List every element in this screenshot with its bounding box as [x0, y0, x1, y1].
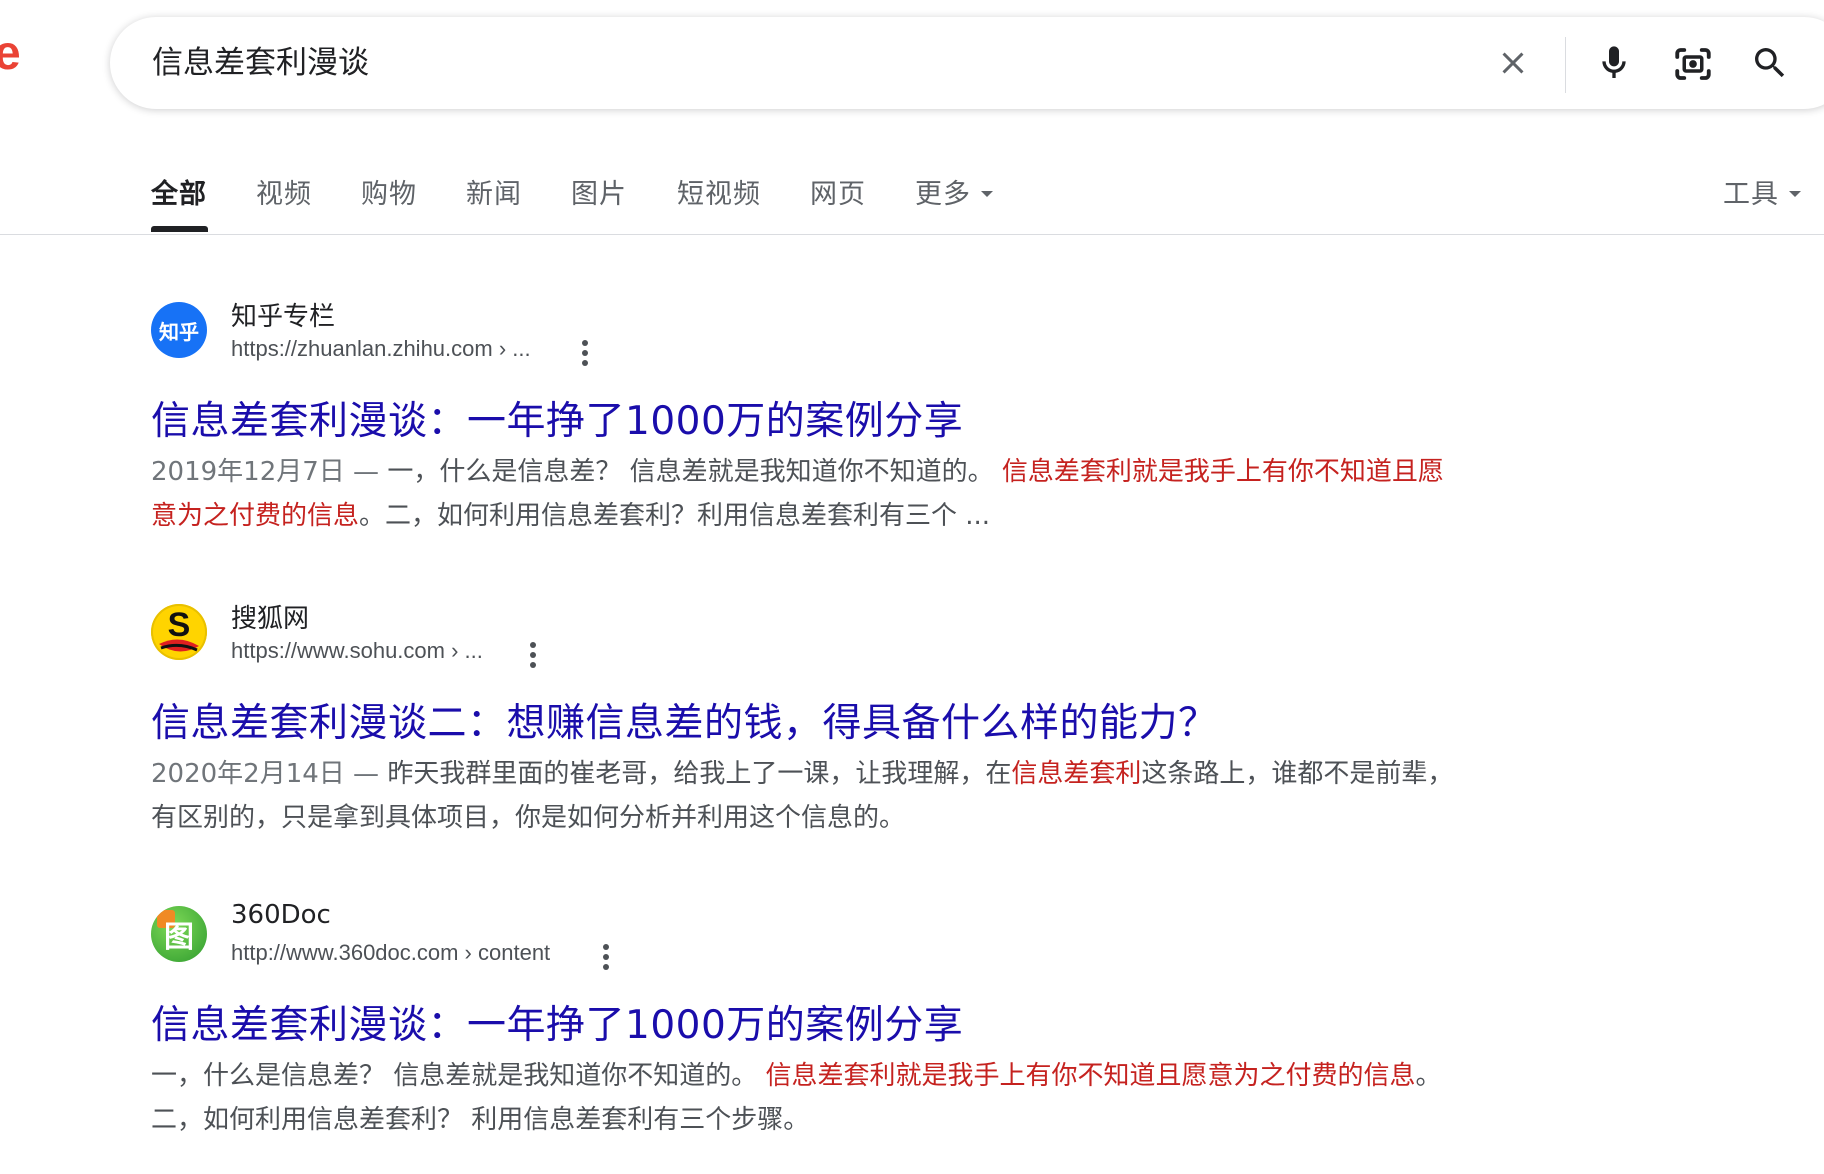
favicon-text: S	[167, 606, 191, 644]
camera-lens-icon	[1675, 48, 1711, 80]
site-url[interactable]: http://www.360doc.com › content	[231, 940, 550, 966]
result-snippet: 一，什么是信息差？ 信息差就是我知道你不知道的。 信息差套利就是我手上有你不知道…	[151, 1054, 1461, 1142]
search-divider	[1565, 37, 1566, 93]
tab-short-videos[interactable]: 短视频	[677, 172, 761, 211]
site-url[interactable]: https://zhuanlan.zhihu.com › ...	[231, 336, 531, 362]
result-options-button[interactable]	[527, 640, 539, 675]
microphone-icon	[1602, 46, 1626, 78]
chevron-down-icon	[1789, 190, 1801, 197]
chevron-down-icon	[981, 190, 993, 197]
tab-shopping[interactable]: 购物	[361, 172, 417, 211]
google-logo-fragment[interactable]: e	[0, 30, 21, 78]
site-name[interactable]: 360Doc	[231, 900, 331, 930]
result-title-link[interactable]: 信息差套利漫谈二：想赚信息差的钱，得具备什么样的能力？	[151, 692, 1218, 748]
tab-images[interactable]: 图片	[571, 172, 627, 211]
snippet-highlight: 信息差套利	[1011, 759, 1142, 789]
tab-news[interactable]: 新闻	[466, 172, 522, 211]
site-url[interactable]: https://www.sohu.com › ...	[231, 638, 483, 664]
result-snippet: 2020年2月14日 — 昨天我群里面的崔老哥，给我上了一课，让我理解，在信息差…	[151, 752, 1461, 840]
result-options-button[interactable]	[600, 942, 612, 977]
search-input[interactable]	[152, 43, 1452, 83]
search-box	[110, 17, 1824, 109]
result-snippet: 2019年12月7日 — 一，什么是信息差？ 信息差就是我知道你不知道的。 信息…	[151, 450, 1461, 538]
image-search-button[interactable]	[1672, 43, 1714, 90]
search-icon	[1755, 48, 1785, 78]
tab-more[interactable]: 更多	[915, 172, 993, 211]
snippet-text: 。二，如何利用信息差套利？利用信息差套利有三个 ...	[359, 501, 991, 531]
tools-button[interactable]: 工具	[1723, 172, 1801, 211]
result-date: 2020年2月14日 —	[151, 759, 388, 789]
clear-search-button[interactable]	[1495, 45, 1531, 86]
snippet-highlight: 信息差套利就是我手上有你不知道且愿意为之付费的信息	[765, 1061, 1416, 1091]
search-submit-button[interactable]	[1750, 43, 1790, 88]
snippet-text: 一，什么是信息差？ 信息差就是我知道你不知道的。	[387, 457, 1002, 487]
snippet-text: 昨天我群里面的崔老哥，给我上了一课，让我理解，在	[387, 759, 1012, 789]
more-vert-icon	[530, 642, 536, 668]
site-name[interactable]: 搜狐网	[231, 598, 309, 635]
voice-search-button[interactable]	[1594, 43, 1634, 88]
result-title-link[interactable]: 信息差套利漫谈：一年挣了1000万的案例分享	[151, 390, 963, 446]
360doc-favicon: 图	[151, 906, 207, 962]
result-options-button[interactable]	[579, 338, 591, 373]
snippet-text: 一，什么是信息差？ 信息差就是我知道你不知道的。	[151, 1061, 766, 1091]
sohu-favicon: S	[151, 604, 207, 660]
favicon-text: 知乎	[159, 319, 199, 344]
result-date: 2019年12月7日 —	[151, 457, 388, 487]
more-vert-icon	[582, 340, 588, 366]
tab-all[interactable]: 全部	[151, 172, 207, 211]
tools-label: 工具	[1723, 179, 1779, 210]
more-vert-icon	[603, 944, 609, 970]
result-title-link[interactable]: 信息差套利漫谈：一年挣了1000万的案例分享	[151, 994, 963, 1050]
site-name[interactable]: 知乎专栏	[231, 296, 335, 333]
tab-web[interactable]: 网页	[810, 172, 866, 211]
close-icon	[1502, 52, 1524, 74]
search-tabs: 全部 视频 购物 新闻 图片 短视频 网页 更多 工具	[0, 150, 1824, 235]
zhihu-favicon: 知乎	[151, 302, 207, 358]
tab-more-label: 更多	[915, 179, 971, 210]
active-tab-indicator	[151, 226, 208, 232]
favicon-text: 图	[164, 920, 194, 955]
tab-videos[interactable]: 视频	[256, 172, 312, 211]
